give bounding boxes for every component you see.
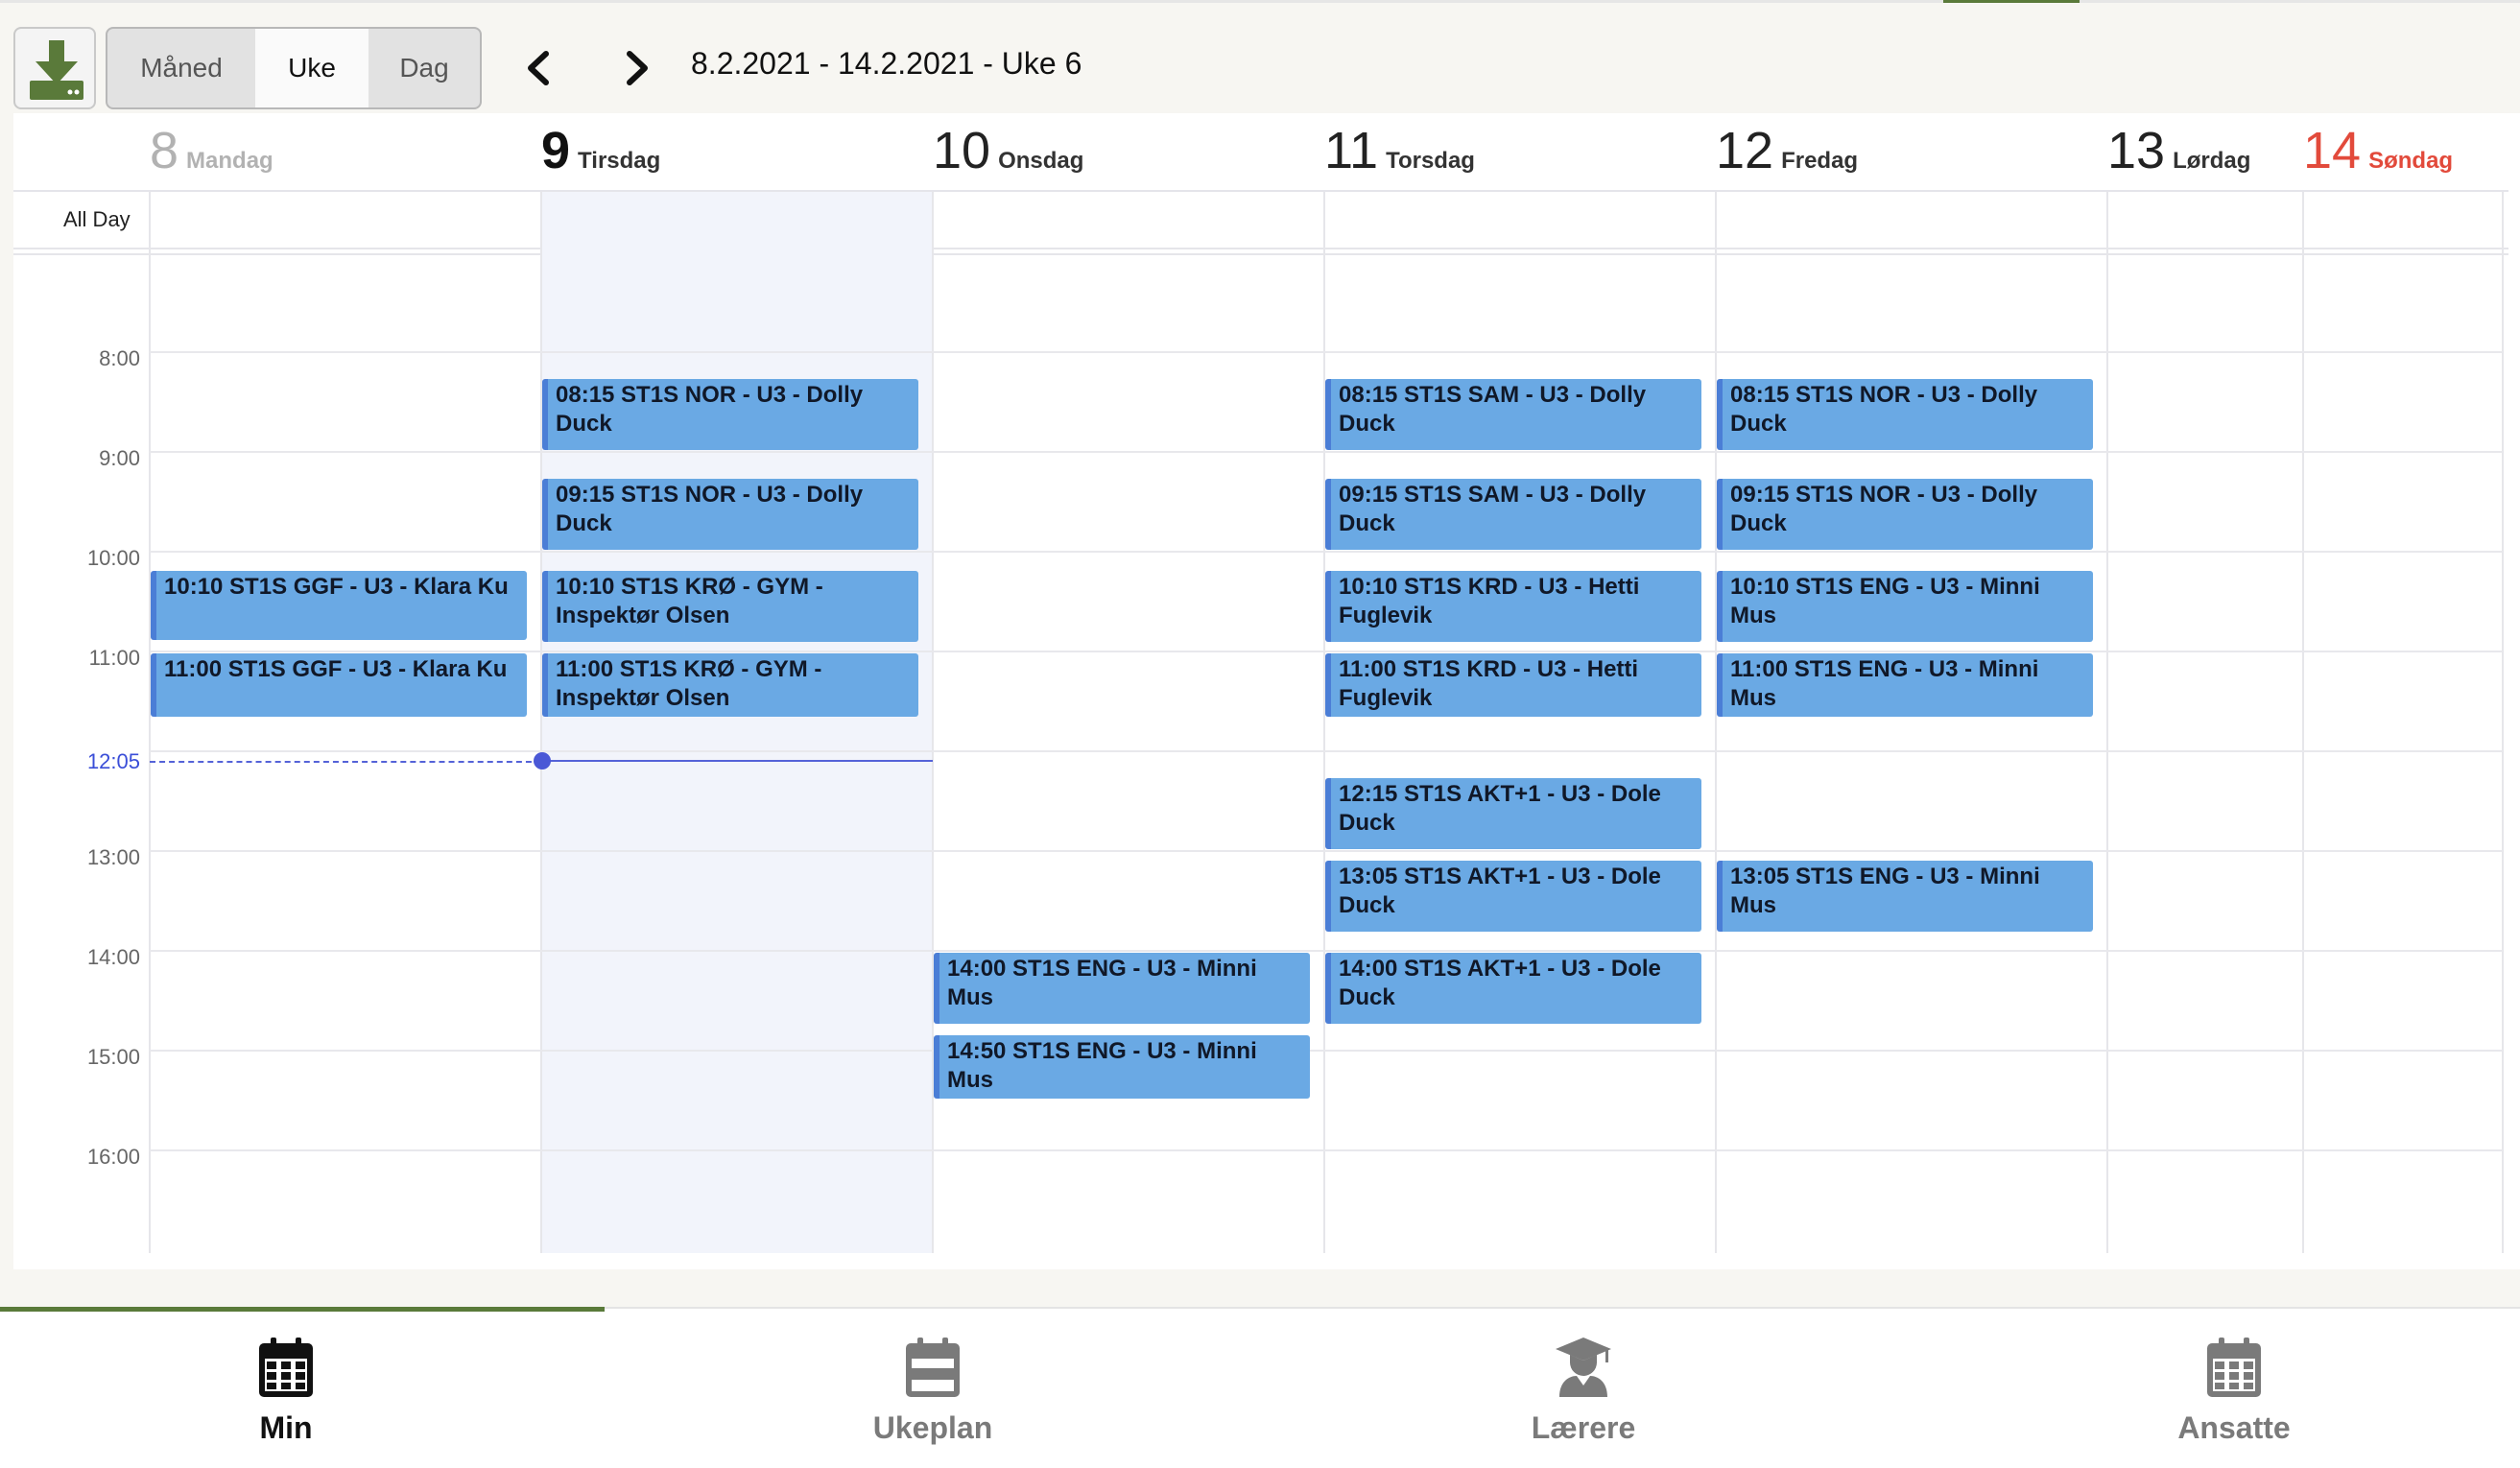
day-header-tirsdag[interactable]: 9 Tirsdag	[541, 121, 660, 188]
download-button[interactable]	[13, 27, 96, 109]
hour-line	[150, 351, 2503, 353]
day-header-lordag[interactable]: 13 Lørdag	[2107, 121, 2250, 188]
time-label: 10:00	[86, 546, 140, 570]
chevron-right-icon	[627, 51, 648, 85]
day-number: 14	[2303, 122, 2362, 179]
day-number: 8	[150, 122, 179, 179]
current-time-label: 12:05	[86, 749, 140, 773]
tab-ukeplan[interactable]: Ukeplan	[789, 1336, 1077, 1446]
calendar-event[interactable]: 10:10 ST1S GGF - U3 - Klara Ku	[151, 571, 527, 640]
time-label: 11:00	[88, 646, 140, 670]
day-name: Tirsdag	[578, 148, 661, 174]
calendar-week-icon	[906, 1338, 960, 1397]
teacher-icon	[1556, 1338, 1611, 1397]
day-name: Søndag	[2368, 148, 2454, 174]
calendar-event[interactable]: 09:15 ST1S NOR - U3 - Dolly Duck	[1717, 479, 2093, 550]
hour-line	[150, 750, 2503, 752]
calendar-event[interactable]: 10:10 ST1S ENG - U3 - Minni Mus	[1717, 571, 2093, 642]
tab-laerere[interactable]: Lærere	[1439, 1336, 1727, 1446]
day-name: Lørdag	[2173, 148, 2251, 174]
calendar-app: Måned Uke Dag 8.2.2021 - 14.2.2021 - Uke…	[0, 0, 2520, 1468]
day-header-sondag[interactable]: 14 Søndag	[2303, 121, 2453, 188]
day-name: Fredag	[1781, 148, 1859, 174]
tab-label: Ansatte	[2177, 1410, 2291, 1445]
day-number: 10	[933, 122, 991, 179]
calendar-event[interactable]: 08:15 ST1S NOR - U3 - Dolly Duck	[1717, 379, 2093, 450]
calendar-event[interactable]: 11:00 ST1S GGF - U3 - Klara Ku	[151, 653, 527, 717]
tab-min[interactable]: Min	[142, 1336, 430, 1446]
day-number: 11	[1324, 122, 1379, 179]
tab-ansatte[interactable]: Ansatte	[2090, 1336, 2378, 1446]
time-label: 16:00	[86, 1145, 140, 1169]
day-name: Onsdag	[998, 148, 1084, 174]
current-time-line-dashed	[150, 761, 541, 763]
current-time-line	[541, 760, 933, 762]
calendar-grid-icon	[259, 1338, 313, 1397]
view-month-button[interactable]: Måned	[106, 27, 257, 109]
day-header-fredag[interactable]: 12 Fredag	[1716, 121, 1858, 188]
all-day-divider	[13, 253, 2508, 255]
calendar-event[interactable]: 14:00 ST1S ENG - U3 - Minni Mus	[934, 953, 1310, 1024]
day-number: 9	[541, 122, 571, 179]
day-number: 12	[1716, 122, 1774, 179]
time-label: 8:00	[99, 346, 140, 370]
calendar-event[interactable]: 14:00 ST1S AKT+1 - U3 - Dole Duck	[1325, 953, 1701, 1024]
active-tab-indicator	[0, 1307, 605, 1312]
day-name: Mandag	[186, 148, 273, 174]
hour-line	[150, 1149, 2503, 1151]
calendar-event[interactable]: 11:00 ST1S ENG - U3 - Minni Mus	[1717, 653, 2093, 717]
time-label: 14:00	[86, 945, 140, 969]
download-icon	[30, 40, 83, 100]
day-header-torsdag[interactable]: 11 Torsdag	[1324, 121, 1475, 188]
date-range-title: 8.2.2021 - 14.2.2021 - Uke 6	[691, 46, 1082, 81]
hour-line	[150, 651, 2503, 652]
day-name: Torsdag	[1386, 148, 1475, 174]
hour-line	[150, 950, 2503, 952]
next-week-button[interactable]	[612, 44, 660, 92]
calendar-event[interactable]: 10:10 ST1S KRØ - GYM - Inspektør Olsen	[542, 571, 918, 642]
calendar-event[interactable]: 10:10 ST1S KRD - U3 - Hetti Fuglevik	[1325, 571, 1701, 642]
tab-label: Ukeplan	[872, 1410, 993, 1445]
top-border	[0, 0, 2520, 3]
calendar-event[interactable]: 13:05 ST1S ENG - U3 - Minni Mus	[1717, 861, 2093, 932]
view-day-button[interactable]: Dag	[368, 27, 482, 109]
day-header-mandag[interactable]: 8 Mandag	[150, 121, 273, 188]
time-label: 9:00	[99, 446, 140, 470]
view-week-button[interactable]: Uke	[255, 27, 370, 109]
day-header-onsdag[interactable]: 10 Onsdag	[933, 121, 1083, 188]
calendar-event[interactable]: 14:50 ST1S ENG - U3 - Minni Mus	[934, 1035, 1310, 1099]
calendar-grid-icon	[2207, 1338, 2261, 1397]
hour-line	[150, 1050, 2503, 1052]
chevron-left-icon	[528, 51, 549, 85]
tab-label: Min	[259, 1410, 313, 1445]
calendar-event[interactable]: 13:05 ST1S AKT+1 - U3 - Dole Duck	[1325, 861, 1701, 932]
calendar-event[interactable]: 09:15 ST1S NOR - U3 - Dolly Duck	[542, 479, 918, 550]
calendar-event[interactable]: 09:15 ST1S SAM - U3 - Dolly Duck	[1325, 479, 1701, 550]
day-number: 13	[2107, 122, 2166, 179]
calendar-event[interactable]: 08:15 ST1S SAM - U3 - Dolly Duck	[1325, 379, 1701, 450]
time-label: 13:00	[86, 845, 140, 869]
all-day-divider	[13, 248, 2508, 249]
tab-label: Lærere	[1531, 1410, 1636, 1445]
calendar-event[interactable]: 12:15 ST1S AKT+1 - U3 - Dole Duck	[1325, 778, 1701, 849]
hour-line	[150, 551, 2503, 553]
hour-line	[150, 451, 2503, 453]
calendar-event[interactable]: 08:15 ST1S NOR - U3 - Dolly Duck	[542, 379, 918, 450]
current-time-dot	[534, 752, 551, 770]
previous-week-button[interactable]	[515, 44, 563, 92]
calendar-event[interactable]: 11:00 ST1S KRD - U3 - Hetti Fuglevik	[1325, 653, 1701, 717]
time-label: 15:00	[86, 1045, 140, 1069]
all-day-label: All Day	[63, 207, 131, 231]
top-accent	[1943, 0, 2080, 3]
calendar-event[interactable]: 11:00 ST1S KRØ - GYM - Inspektør Olsen	[542, 653, 918, 717]
header-divider	[13, 190, 2508, 192]
hour-line	[150, 850, 2503, 852]
